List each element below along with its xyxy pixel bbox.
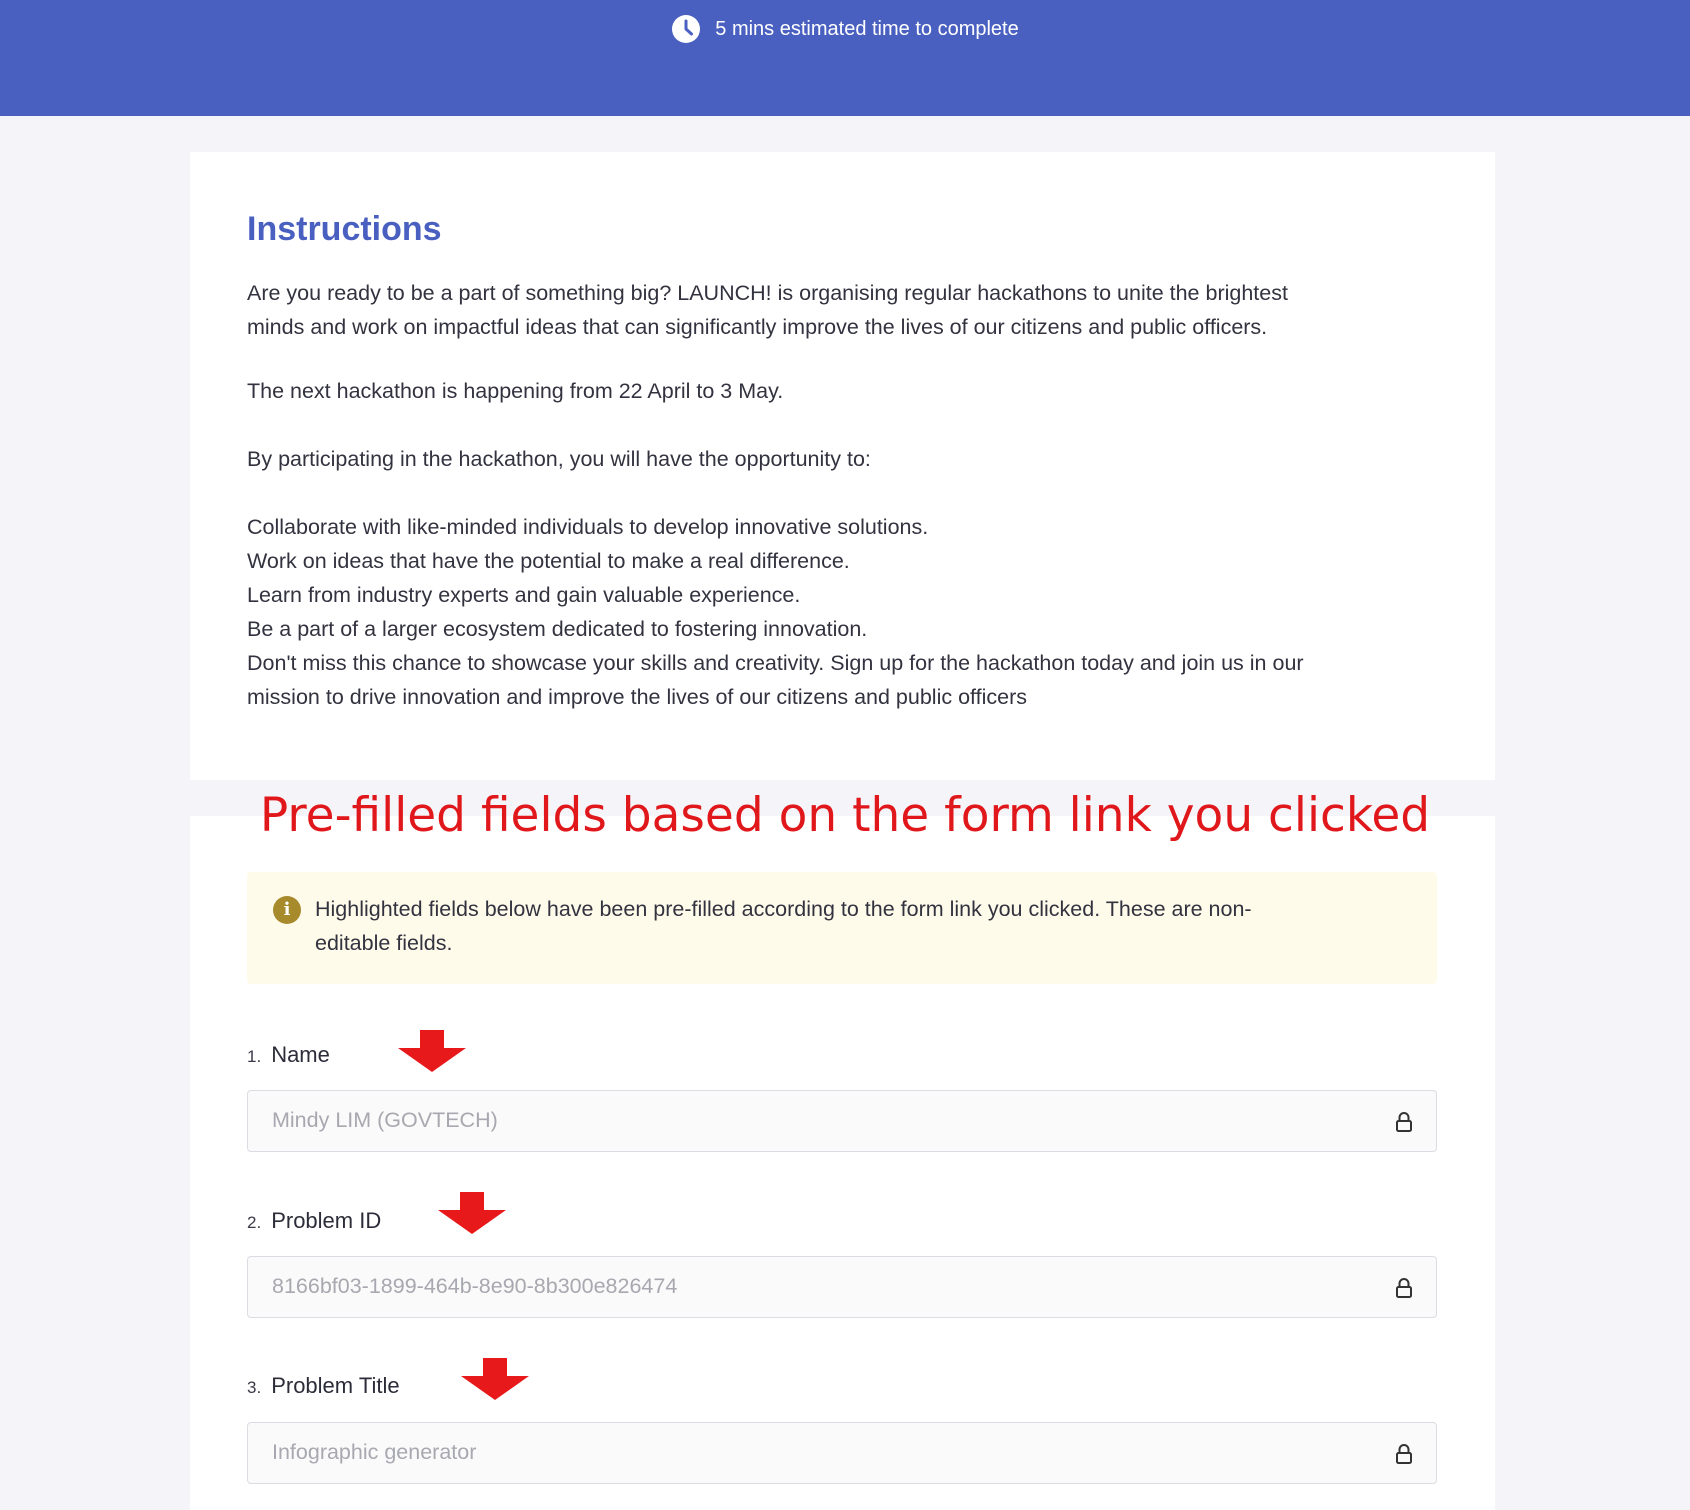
problem-title-field[interactable]: Infographic generator [247, 1422, 1437, 1484]
intro-line-2: minds and work on impactful ideas that c… [247, 315, 1268, 339]
problem-title-field-value: Infographic generator [272, 1440, 477, 1464]
name-field-value: Mindy LIM (GOVTECH) [272, 1108, 498, 1132]
annotation-banner: Pre-filled fields based on the form link… [259, 788, 1431, 843]
info-line-2: editable fields. [315, 931, 453, 955]
dates-paragraph: The next hackathon is happening from 22 … [247, 379, 784, 403]
info-box: i Highlighted fields below have been pre… [247, 872, 1437, 984]
lock-icon [1396, 1112, 1412, 1132]
lock-icon [1396, 1444, 1412, 1464]
field-title: Name [271, 1042, 330, 1067]
field-number: 1. [247, 1047, 262, 1066]
instructions-title: Instructions [247, 210, 442, 248]
info-line-1: Highlighted fields below have been pre-f… [315, 897, 1252, 921]
intro-line-1: Are you ready to be a part of something … [247, 281, 1288, 305]
closing-line-1: Don't miss this chance to showcase your … [247, 651, 1304, 675]
list-item: Collaborate with like-minded individuals… [247, 515, 929, 539]
time-estimate-text: 5 mins estimated time to complete [715, 17, 1019, 40]
field-number: 3. [247, 1378, 262, 1397]
opportunity-paragraph: By participating in the hackathon, you w… [247, 447, 871, 471]
field-label-problem-id: 2. Problem ID [247, 1208, 381, 1234]
red-arrow-icon [461, 1358, 529, 1400]
field-title: Problem Title [271, 1373, 400, 1398]
list-item: Learn from industry experts and gain val… [247, 583, 801, 607]
info-icon: i [273, 896, 301, 924]
closing-line-2: mission to drive innovation and improve … [247, 685, 1027, 709]
time-estimate: 5 mins estimated time to complete [0, 14, 1690, 44]
field-label-name: 1. Name [247, 1042, 330, 1068]
problem-id-field[interactable]: 8166bf03-1899-464b-8e90-8b300e826474 [247, 1256, 1437, 1318]
list-item: Work on ideas that have the potential to… [247, 549, 850, 573]
info-text: Highlighted fields below have been pre-f… [315, 892, 1415, 960]
header-banner: 5 mins estimated time to complete [0, 0, 1690, 116]
red-arrow-icon [398, 1030, 466, 1072]
field-title: Problem ID [271, 1208, 382, 1233]
problem-id-field-value: 8166bf03-1899-464b-8e90-8b300e826474 [272, 1274, 678, 1298]
red-arrow-icon [438, 1192, 506, 1234]
clock-icon [672, 15, 701, 43]
intro-paragraph: Are you ready to be a part of something … [247, 276, 1447, 344]
benefits-list: Collaborate with like-minded individuals… [247, 510, 1447, 714]
list-item: Be a part of a larger ecosystem dedicate… [247, 617, 868, 641]
field-label-problem-title: 3. Problem Title [247, 1373, 400, 1399]
form-card: i Highlighted fields below have been pre… [190, 816, 1495, 1510]
name-field[interactable]: Mindy LIM (GOVTECH) [247, 1090, 1437, 1152]
lock-icon [1396, 1278, 1412, 1298]
field-number: 2. [247, 1213, 262, 1232]
instructions-card: Instructions Are you ready to be a part … [190, 152, 1495, 780]
